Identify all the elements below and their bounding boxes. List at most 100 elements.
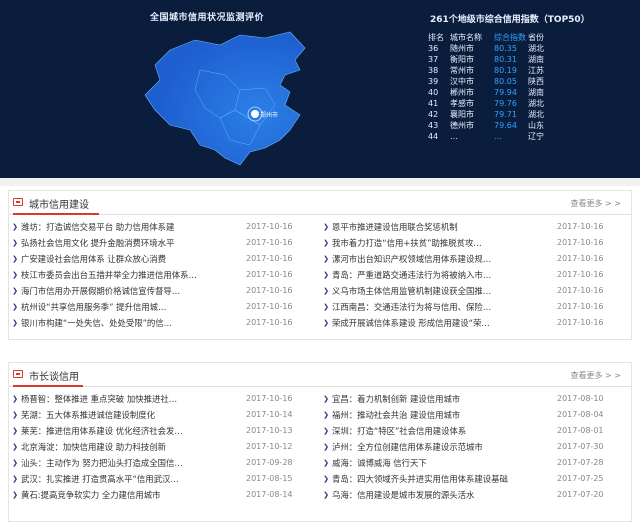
news-title-link[interactable]: 广安建设社会信用体系 让群众放心消费 [21,251,246,267]
news-date: 2017-07-20 [557,490,604,499]
news-title-link[interactable]: 潍坊：打造诚信交易平台 助力信用体系建 [21,219,246,235]
news-title-link[interactable]: 武汉：扎实推进 打造贯高水平“信用武汉… [21,471,246,487]
news-title-link[interactable]: 北京海淀：加快信用建设 助力科技创新 [21,439,246,455]
ranking-table[interactable]: 排名 城市名称 综合指数 省份 36 随州市 80.35 湖北 37 衡阳市 80.31 湖南… [428,32,578,152]
news-title-link[interactable]: 莱芜：推进信用体系建设 优化经济社会发… [21,423,246,439]
news-item[interactable]: ❯ 青岛：严重道路交通违法行为将被纳入市… 2017-10-16 [320,267,631,283]
ranking-row[interactable]: 42 襄阳市 79.71 湖北 [428,109,578,120]
news-item[interactable]: ❯ 青岛：四大领域齐头并进实用信用体系建设基础 2017-07-25 [320,471,631,487]
news-title-link[interactable]: 青岛：四大领域齐头并进实用信用体系建设基础 [332,471,557,487]
news-title-link[interactable]: 深圳：打造“特区”社会信用建设体系 [332,423,557,439]
news-title-link[interactable]: 海门市信用办开展假期价格诚信宣传督导… [21,283,246,299]
news-title-link[interactable]: 恩平市推进建设信用联合奖惩机制 [332,219,557,235]
news-item[interactable]: ❯ 我市着力打造“信用+扶贫”助推脱贫攻… 2017-10-16 [320,235,631,251]
news-item[interactable]: ❯ 汕头：主动作为 努力把汕头打造成全国信… 2017-09-28 [9,455,320,471]
news-date: 2017-10-16 [246,254,293,263]
news-item[interactable]: ❯ 江西南昌：交通违法行为将与信用、保险… 2017-10-16 [320,299,631,315]
chevron-right-icon: ❯ [12,287,18,295]
news-item[interactable]: ❯ 芜湖：五大体系推进诚信建设制度化 2017-10-14 [9,407,320,423]
ranking-row[interactable]: 41 孝感市 79.76 湖北 [428,98,578,109]
news-title-link[interactable]: 杨晋智：整体推进 重点突破 加快推进社… [21,391,246,407]
chevron-right-icon: ❯ [12,303,18,311]
news-title-link[interactable]: 青岛：严重道路交通违法行为将被纳入市… [332,267,557,283]
news-title-link[interactable]: 杭州设“共享信用服务季” 提升信用城… [21,299,246,315]
rank-number: 38 [428,66,439,75]
news-date: 2017-10-16 [246,238,293,247]
news-date: 2017-10-16 [246,318,293,327]
news-date: 2017-10-16 [557,302,604,311]
chevron-right-icon: ❯ [12,239,18,247]
ranking-row[interactable]: 38 常州市 80.19 江苏 [428,65,578,76]
news-title-link[interactable]: 漯河市出台知识产权领域信用体系建设规… [332,251,557,267]
chevron-right-icon: ❯ [12,427,18,435]
news-title-link[interactable]: 荣成开展诚信体系建设 形成信用建设“荣… [332,315,557,331]
rank-province: 陕西 [528,77,544,86]
news-item[interactable]: ❯ 枝江市委员会出台五措并举全力推进信用体系… 2017-10-16 [9,267,320,283]
news-item[interactable]: ❯ 威海：诚博威海 信行天下 2017-07-28 [320,455,631,471]
news-title-link[interactable]: 黄石:提高竞争软实力 全力建信用城市 [21,487,246,503]
chevron-right-icon: ❯ [12,491,18,499]
news-item[interactable]: ❯ 杨晋智：整体推进 重点突破 加快推进社… 2017-10-16 [9,391,320,407]
china-map[interactable]: 郑州市 [140,30,320,175]
news-list-left: ❯ 杨晋智：整体推进 重点突破 加快推进社… 2017-10-16 ❯ 芜湖：五大体系推… [9,391,320,503]
news-item[interactable]: ❯ 银川市构建“一处失信、处处受限”的信… 2017-10-16 [9,315,320,331]
news-item[interactable]: ❯ 广安建设社会信用体系 让群众放心消费 2017-10-16 [9,251,320,267]
rank-city: 郴州市 [450,88,474,97]
chevron-right-icon: ❯ [323,459,329,467]
news-item[interactable]: ❯ 海门市信用办开展假期价格诚信宣传督导… 2017-10-16 [9,283,320,299]
ranking-row[interactable]: 44 … … 辽宁 [428,131,578,142]
news-title-link[interactable]: 泸州：全方位创建信用体系建设示范城市 [332,439,557,455]
ranking-row[interactable]: 39 汉中市 80.05 陕西 [428,76,578,87]
view-more-link[interactable]: 查看更多 > > [571,370,622,381]
news-item[interactable]: ❯ 黄石:提高竞争软实力 全力建信用城市 2017-08-14 [9,487,320,503]
ranking-row[interactable]: 37 衡阳市 80.31 湖南 [428,54,578,65]
china-map-shape [144,31,306,166]
news-item[interactable]: ❯ 福州：推动社会共治 建设信用城市 2017-08-04 [320,407,631,423]
news-title-link[interactable]: 乌海：信用建设是城市发展的源头活水 [332,487,557,503]
view-more-link[interactable]: 查看更多 > > [571,198,622,209]
news-date: 2017-10-16 [246,270,293,279]
rank-score: 80.19 [494,66,517,75]
news-title-link[interactable]: 义乌市场主体信用监管机制建设获全国推… [332,283,557,299]
news-title-link[interactable]: 我市着力打造“信用+扶贫”助推脱贫攻… [332,235,557,251]
news-date: 2017-10-13 [246,426,293,435]
news-date: 2017-10-16 [557,254,604,263]
news-item[interactable]: ❯ 恩平市推进建设信用联合奖惩机制 2017-10-16 [320,219,631,235]
rank-city: 随州市 [450,44,474,53]
news-item[interactable]: ❯ 潍坊：打造诚信交易平台 助力信用体系建 2017-10-16 [9,219,320,235]
ranking-row[interactable]: 43 德州市 79.64 山东 [428,120,578,131]
news-item[interactable]: ❯ 武汉：扎实推进 打造贯高水平“信用武汉… 2017-08-15 [9,471,320,487]
news-item[interactable]: ❯ 弘扬社会信用文化 提升金融消费环境水平 2017-10-16 [9,235,320,251]
news-item[interactable]: ❯ 义乌市场主体信用监管机制建设获全国推… 2017-10-16 [320,283,631,299]
rank-score: … [494,132,502,141]
news-item[interactable]: ❯ 杭州设“共享信用服务季” 提升信用城… 2017-10-16 [9,299,320,315]
news-title-link[interactable]: 枝江市委员会出台五措并举全力推进信用体系… [21,267,246,283]
news-title-link[interactable]: 江西南昌：交通违法行为将与信用、保险… [332,299,557,315]
section-gap [0,178,640,186]
news-date: 2017-10-16 [246,286,293,295]
chevron-right-icon: ❯ [12,475,18,483]
news-title-link[interactable]: 芜湖：五大体系推进诚信建设制度化 [21,407,246,423]
news-title-link[interactable]: 弘扬社会信用文化 提升金融消费环境水平 [21,235,246,251]
news-title-link[interactable]: 宜昌：着力机制创新 建设信用城市 [332,391,557,407]
rank-number: 42 [428,110,439,119]
news-title-link[interactable]: 汕头：主动作为 努力把汕头打造成全国信… [21,455,246,471]
news-item[interactable]: ❯ 荣成开展诚信体系建设 形成信用建设“荣… 2017-10-16 [320,315,631,331]
chevron-right-icon: ❯ [323,411,329,419]
news-item[interactable]: ❯ 北京海淀：加快信用建设 助力科技创新 2017-10-12 [9,439,320,455]
chevron-right-icon: ❯ [323,427,329,435]
news-item[interactable]: ❯ 莱芜：推进信用体系建设 优化经济社会发… 2017-10-13 [9,423,320,439]
rank-score: 79.94 [494,88,517,97]
news-date: 2017-10-16 [246,222,293,231]
news-title-link[interactable]: 福州：推动社会共治 建设信用城市 [332,407,557,423]
news-title-link[interactable]: 银川市构建“一处失信、处处受限”的信… [21,315,246,331]
news-item[interactable]: ❯ 漯河市出台知识产权领域信用体系建设规… 2017-10-16 [320,251,631,267]
zhengzhou-marker[interactable] [251,110,259,118]
news-item[interactable]: ❯ 深圳：打造“特区”社会信用建设体系 2017-08-01 [320,423,631,439]
news-item[interactable]: ❯ 泸州：全方位创建信用体系建设示范城市 2017-07-30 [320,439,631,455]
news-title-link[interactable]: 威海：诚博威海 信行天下 [332,455,557,471]
news-item[interactable]: ❯ 乌海：信用建设是城市发展的源头活水 2017-07-20 [320,487,631,503]
news-item[interactable]: ❯ 宜昌：着力机制创新 建设信用城市 2017-08-10 [320,391,631,407]
ranking-row[interactable]: 40 郴州市 79.94 湖南 [428,87,578,98]
ranking-row[interactable]: 36 随州市 80.35 湖北 [428,43,578,54]
